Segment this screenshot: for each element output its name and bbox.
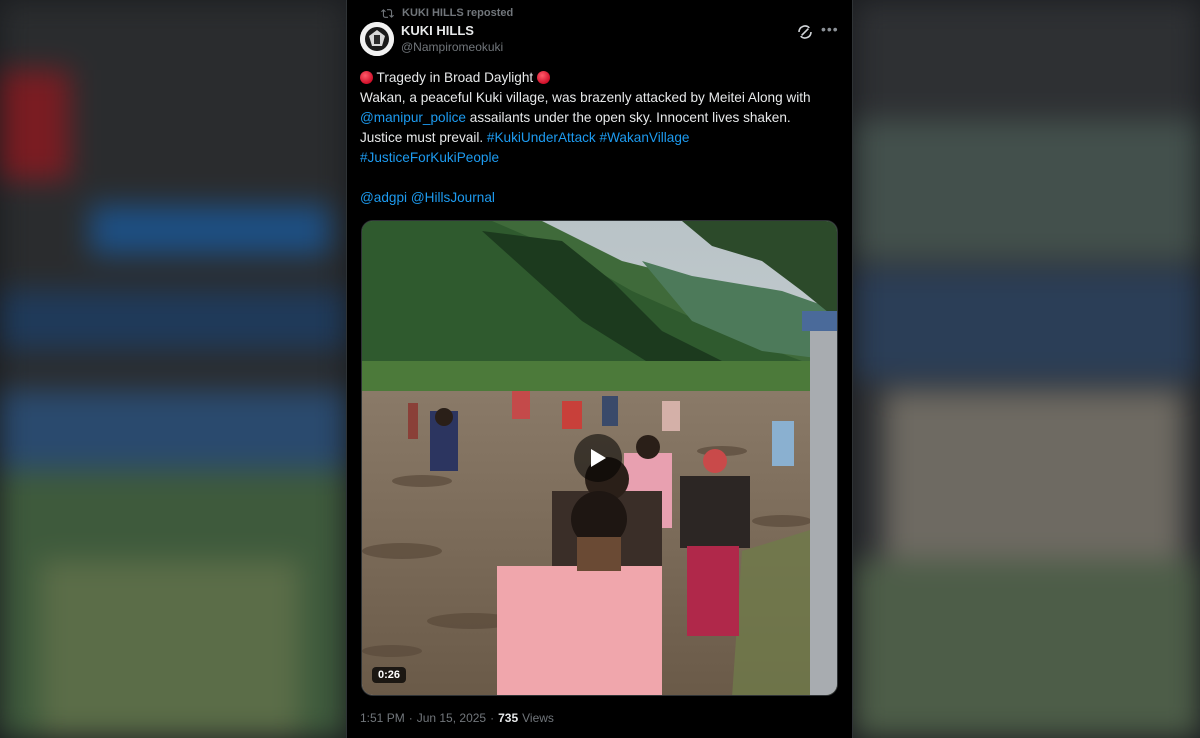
mention-adgpi[interactable]: @adgpi bbox=[360, 190, 407, 205]
tweet-date[interactable]: Jun 15, 2025 bbox=[417, 711, 486, 725]
repost-text: KUKI HILLS reposted bbox=[402, 7, 514, 19]
hashtag-justice-for-kuki-people[interactable]: #JusticeForKukiPeople bbox=[360, 150, 499, 165]
tweet-time[interactable]: 1:51 PM bbox=[360, 711, 405, 725]
red-circle-icon bbox=[536, 71, 550, 84]
tweet-body: Wakan, a peaceful Kuki village, was braz… bbox=[360, 88, 830, 168]
tweet-mentions: @adgpi @HillsJournal bbox=[360, 188, 830, 208]
views-count: 735 bbox=[498, 711, 519, 725]
tweet-metadata: 1:51 PM · Jun 15, 2025 · 735 Views bbox=[360, 711, 554, 725]
author-handle[interactable]: @Nampiromeokuki bbox=[401, 40, 503, 54]
repost-icon bbox=[381, 8, 394, 18]
video-player[interactable]: 0:26 bbox=[361, 220, 838, 696]
repost-indicator[interactable]: KUKI HILLS reposted bbox=[381, 5, 513, 21]
avatar[interactable] bbox=[360, 22, 394, 56]
red-circle-icon bbox=[360, 71, 373, 84]
meta-separator: · bbox=[490, 711, 495, 725]
tweet-title-line: Tragedy in Broad Daylight bbox=[360, 68, 830, 88]
author-name[interactable]: KUKI HILLS bbox=[401, 23, 474, 38]
hashtag-kuki-under-attack[interactable]: #KukiUnderAttack bbox=[487, 130, 596, 145]
meta-separator: · bbox=[408, 711, 413, 725]
video-duration: 0:26 bbox=[372, 667, 407, 683]
more-icon[interactable]: ••• bbox=[821, 22, 838, 39]
mention-hills-journal[interactable]: @HillsJournal bbox=[411, 190, 495, 205]
views-label: Views bbox=[522, 711, 554, 725]
blurred-background-left bbox=[0, 0, 346, 738]
tweet-card: KUKI HILLS reposted KUKI HILLS @Nampirom… bbox=[346, 0, 853, 738]
tweet-text: Tragedy in Broad Daylight Wakan, a peace… bbox=[360, 68, 830, 208]
tweet-body-part1: Wakan, a peaceful Kuki village, was braz… bbox=[360, 90, 811, 105]
play-icon[interactable] bbox=[574, 434, 622, 482]
tweet-title: Tragedy in Broad Daylight bbox=[376, 70, 534, 85]
hashtag-wakan-village[interactable]: #WakanVillage bbox=[600, 130, 690, 145]
blurred-background-right bbox=[854, 0, 1200, 738]
grok-icon[interactable] bbox=[797, 24, 813, 40]
mention-manipur-police[interactable]: @manipur_police bbox=[360, 110, 466, 125]
